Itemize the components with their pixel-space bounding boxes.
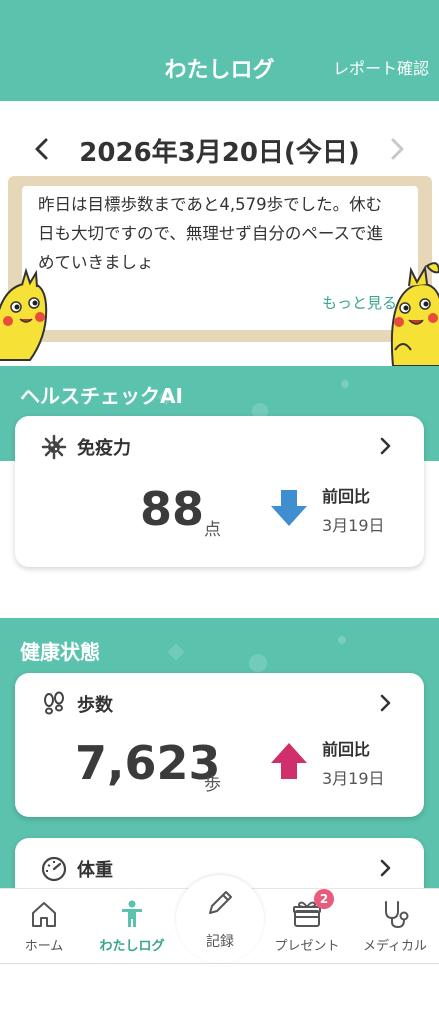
immunity-score: 88 xyxy=(140,482,205,536)
current-date: 2026年3月20日(今日) xyxy=(79,138,360,168)
nav-label: ホーム xyxy=(24,939,64,954)
mascot-right-illustration xyxy=(390,262,439,367)
report-link[interactable]: レポート確認 xyxy=(333,55,429,79)
nav-mylog[interactable]: わたしログ xyxy=(88,889,176,965)
nav-label: 記録 xyxy=(206,934,234,950)
card-header: 体重 xyxy=(41,856,113,882)
stethoscope-icon xyxy=(385,901,409,929)
chevron-right-icon xyxy=(380,437,391,455)
chevron-right-icon[interactable] xyxy=(383,134,411,164)
arrow-up-icon xyxy=(271,743,307,779)
chevron-right-icon xyxy=(380,694,391,712)
gauge-icon xyxy=(41,856,67,882)
card-header: 歩数 xyxy=(41,691,113,717)
score-unit: 点 xyxy=(204,520,221,540)
pencil-icon xyxy=(209,891,232,914)
compare-label: 前回比 xyxy=(322,487,371,506)
card-header: 免疫力 xyxy=(41,434,131,460)
app-header: わたしログ レポート確認 xyxy=(0,0,439,101)
compare-date: 3月19日 xyxy=(322,769,385,788)
section-title-health-check: ヘルスチェックAI xyxy=(20,384,183,408)
step-count: 7,623 xyxy=(75,736,221,790)
notification-badge: 2 xyxy=(314,889,334,909)
nav-medical[interactable]: メディカル xyxy=(351,889,439,965)
steps-unit: 歩 xyxy=(204,775,221,795)
mascot-left-illustration xyxy=(0,267,48,361)
date-navigation: 2026年3月20日(今日) xyxy=(0,120,439,178)
nav-present[interactable]: 2 プレゼント xyxy=(263,889,351,965)
compare-label: 前回比 xyxy=(322,740,371,759)
person-icon xyxy=(122,900,142,927)
home-icon xyxy=(32,902,56,927)
virus-icon xyxy=(41,434,67,460)
nav-home[interactable]: ホーム xyxy=(0,889,88,965)
chevron-right-icon xyxy=(380,859,391,877)
nav-label: メディカル xyxy=(362,939,428,954)
nav-record-button[interactable]: 記録 xyxy=(176,875,264,963)
card-title: 歩数 xyxy=(77,695,113,716)
message-board: 昨日は目標歩数まであと4,579歩でした。休む日も大切ですので、無理せず自分のペ… xyxy=(8,176,432,342)
arrow-down-icon xyxy=(271,490,307,526)
message-text: 昨日は目標歩数まであと4,579歩でした。休む日も大切ですので、無理せず自分のペ… xyxy=(38,195,384,272)
footprints-icon xyxy=(44,691,64,715)
card-title: 体重 xyxy=(77,860,113,881)
steps-card[interactable]: 歩数 7,623 歩 前回比 3月19日 xyxy=(15,673,424,817)
card-title: 免疫力 xyxy=(77,438,131,459)
nav-label: プレゼント xyxy=(274,939,340,954)
compare-date: 3月19日 xyxy=(322,516,385,535)
nav-label: わたしログ xyxy=(99,939,165,954)
section-title-health-status: 健康状態 xyxy=(20,640,100,664)
show-more-label: もっと見る xyxy=(321,294,397,312)
immunity-card[interactable]: 免疫力 88 点 前回比 3月19日 xyxy=(15,416,424,567)
